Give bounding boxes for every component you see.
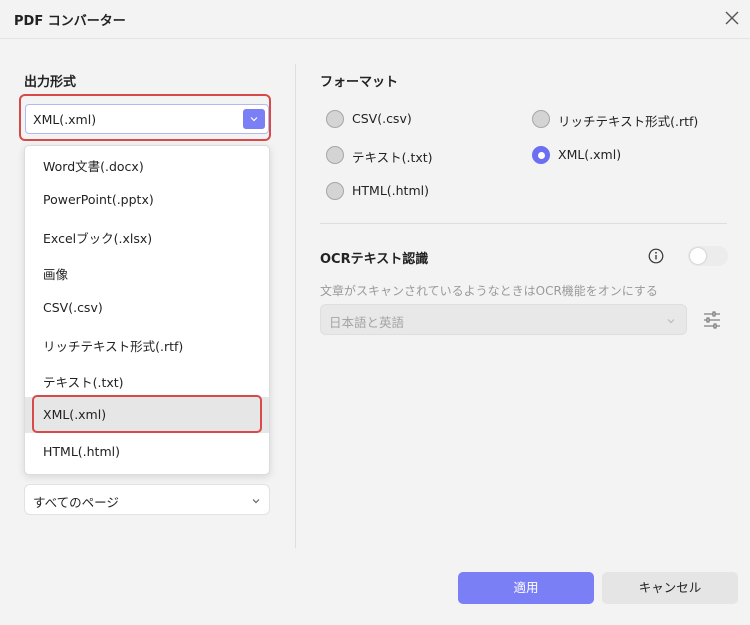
dropdown-option[interactable]: Word文書(.docx) — [25, 146, 269, 182]
title-bar: PDF コンバーター — [0, 0, 750, 39]
radio-label: XML(.xml) — [558, 147, 622, 162]
cancel-button[interactable]: キャンセル — [602, 572, 738, 604]
output-format-select[interactable]: XML(.xml) — [25, 104, 269, 134]
radio-label: テキスト(.txt) — [352, 150, 433, 165]
dropdown-option[interactable]: PowerPoint(.pptx) — [25, 182, 269, 218]
radio-label: リッチテキスト形式(.rtf) — [558, 114, 699, 129]
ocr-description: 文章がスキャンされているようなときはOCR機能をオンにする — [320, 284, 658, 298]
ocr-label: OCRテキスト認識 — [320, 252, 429, 267]
chevron-down-icon — [250, 117, 258, 122]
ocr-language-value: 日本語と英語 — [329, 315, 405, 330]
radio-button[interactable] — [326, 110, 344, 128]
radio-label: HTML(.html) — [352, 183, 429, 198]
output-format-label: 出力形式 — [24, 75, 77, 90]
window-title: PDF コンバーター — [14, 14, 126, 29]
ocr-language-select: 日本語と英語 — [320, 304, 687, 335]
apply-button[interactable]: 適用 — [458, 572, 594, 604]
dropdown-option[interactable]: Excelブック(.xlsx) — [25, 218, 269, 254]
page-range-select[interactable]: すべてのページ — [24, 484, 270, 515]
chevron-down-icon — [667, 319, 675, 324]
dropdown-option[interactable]: テキスト(.txt) — [25, 362, 269, 398]
dropdown-toggle-button[interactable] — [243, 109, 265, 129]
toggle-knob — [690, 248, 706, 264]
section-divider — [320, 223, 727, 224]
ocr-toggle[interactable] — [688, 246, 728, 266]
column-divider — [295, 64, 296, 548]
radio-label: CSV(.csv) — [352, 111, 412, 126]
output-format-value: XML(.xml) — [33, 112, 97, 127]
radio-button[interactable] — [532, 110, 550, 128]
info-icon[interactable] — [648, 248, 664, 264]
dropdown-option[interactable]: リッチテキスト形式(.rtf) — [25, 326, 269, 362]
format-label: フォーマット — [320, 75, 399, 90]
dropdown-option[interactable]: CSV(.csv) — [25, 290, 269, 326]
radio-button[interactable] — [326, 146, 344, 164]
page-range-value: すべてのページ — [33, 495, 119, 510]
radio-button[interactable] — [326, 182, 344, 200]
dropdown-option[interactable]: HTML(.html) — [25, 434, 269, 470]
selected-option-highlight — [32, 395, 262, 433]
chevron-down-icon — [252, 499, 260, 504]
radio-button-checked[interactable] — [532, 146, 550, 164]
close-icon[interactable] — [722, 8, 742, 28]
dropdown-option[interactable]: 画像 — [25, 254, 269, 290]
settings-sliders-icon[interactable] — [701, 309, 723, 331]
